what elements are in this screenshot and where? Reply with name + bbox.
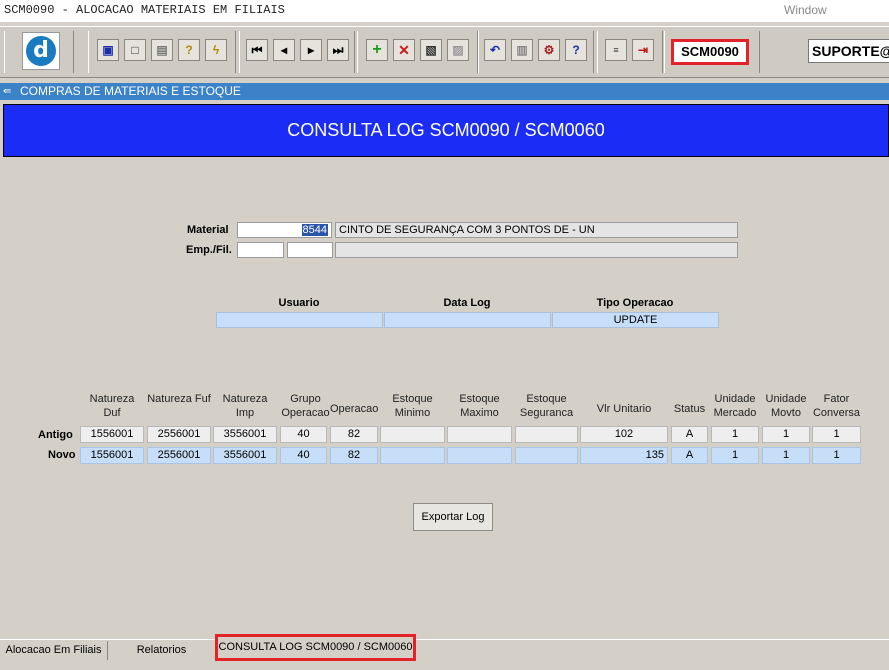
column-header: Grupo Operacao	[281, 393, 330, 419]
antigo-cell: 1	[812, 426, 861, 443]
window-menu[interactable]: Window	[784, 3, 827, 17]
disabled-tool-icon: ▨	[447, 39, 469, 61]
column-header: Estoque Maximo	[459, 393, 500, 419]
exit-icon[interactable]: ⇥	[632, 39, 654, 61]
column-header: Unidade Movto	[765, 393, 807, 419]
novo-cell: 1	[711, 447, 759, 464]
window-title: SCM0090 - ALOCACAO MATERIAIS EM FILIAIS	[4, 3, 285, 17]
empfil-description-field	[335, 242, 738, 258]
column-header: Natureza Duf	[89, 393, 135, 419]
novo-cell	[447, 447, 512, 464]
tools-icon[interactable]: ⚙	[538, 39, 560, 61]
next-record-icon[interactable]: ▸	[300, 39, 322, 61]
material-label: Material	[187, 224, 229, 236]
material-code-value: 8544	[301, 224, 328, 236]
antigo-cell: 3556001	[213, 426, 277, 443]
user-field: SUPORTE@	[808, 39, 889, 63]
save-icon[interactable]: ▣	[97, 39, 119, 61]
antigo-cell: A	[671, 426, 708, 443]
novo-cell	[515, 447, 578, 464]
column-header: Natureza Fuf	[147, 393, 211, 405]
undo-icon[interactable]: ↶	[484, 39, 506, 61]
first-record-icon[interactable]: ⏮	[246, 39, 268, 61]
novo-cell: 3556001	[213, 447, 277, 464]
delete-record-icon[interactable]: ✕	[393, 39, 415, 61]
novo-cell: 1	[762, 447, 810, 464]
antigo-cell	[447, 426, 512, 443]
material-description-field: CINTO DE SEGURANÇA COM 3 PONTOS DE - UN	[335, 222, 738, 238]
antigo-cell: 1556001	[80, 426, 144, 443]
novo-cell: 2556001	[147, 447, 211, 464]
usuario-field	[216, 312, 383, 328]
export-log-button[interactable]: Exportar Log	[413, 503, 493, 531]
previous-record-icon[interactable]: ◂	[273, 39, 295, 61]
column-header: Vlr Unitario	[596, 403, 652, 415]
tipo-operacao-label: Tipo Operacao	[596, 297, 674, 309]
column-header: Operacao	[330, 403, 379, 415]
execute-query-icon[interactable]: ϟ	[205, 39, 227, 61]
novo-cell: 135	[580, 447, 668, 464]
usuario-label: Usuario	[278, 297, 320, 309]
antigo-cell: 1	[762, 426, 810, 443]
novo-cell: 1	[812, 447, 861, 464]
datalog-field	[384, 312, 551, 328]
insert-record-icon[interactable]: +	[366, 39, 388, 61]
datalog-label: Data Log	[443, 297, 491, 309]
clear-record-icon[interactable]: ▧	[420, 39, 442, 61]
tab-alocacao[interactable]: Alocacao Em Filiais	[0, 641, 108, 660]
last-record-icon[interactable]: ⏭	[327, 39, 349, 61]
antigo-cell: 1	[711, 426, 759, 443]
clipboard-icon[interactable]: ▥	[511, 39, 533, 61]
column-header: Unidade Mercado	[713, 393, 757, 419]
material-code-input[interactable]: 8544	[237, 222, 332, 238]
novo-cell: 82	[330, 447, 378, 464]
module-label: COMPRAS DE MATERIAIS E ESTOQUE	[20, 84, 241, 98]
novo-cell: A	[671, 447, 708, 464]
novo-cell: 1556001	[80, 447, 144, 464]
novo-label: Novo	[48, 449, 76, 461]
column-header: Status	[673, 403, 706, 415]
module-bar: ⇚ COMPRAS DE MATERIAIS E ESTOQUE	[0, 83, 889, 100]
tab-consulta-log[interactable]: CONSULTA LOG SCM0090 / SCM0060	[215, 634, 416, 661]
query-icon[interactable]: ?	[178, 39, 200, 61]
logo-d-icon: d	[26, 36, 56, 66]
antigo-cell: 2556001	[147, 426, 211, 443]
empresa-input[interactable]	[237, 242, 284, 258]
antigo-cell: 40	[280, 426, 327, 443]
column-header: Estoque Seguranca	[519, 393, 574, 419]
antigo-label: Antigo	[38, 429, 73, 441]
program-code-box: SCM0090	[671, 39, 749, 65]
app-logo: d	[22, 32, 60, 70]
novo-cell: 40	[280, 447, 327, 464]
novo-cell	[380, 447, 445, 464]
page-title: CONSULTA LOG SCM0090 / SCM0060	[3, 104, 889, 157]
window-icon[interactable]: □	[124, 39, 146, 61]
column-header: Fator Conversa	[812, 393, 861, 419]
print-icon[interactable]: ▤	[151, 39, 173, 61]
antigo-cell	[380, 426, 445, 443]
antigo-cell: 82	[330, 426, 378, 443]
column-header: Estoque Minimo	[392, 393, 433, 419]
help-icon[interactable]: ?	[565, 39, 587, 61]
empfil-label: Emp./Fil.	[186, 244, 232, 256]
antigo-cell: 102	[580, 426, 668, 443]
tab-relatorios[interactable]: Relatorios	[108, 641, 216, 660]
filial-input[interactable]	[287, 242, 333, 258]
tipo-operacao-field: UPDATE	[552, 312, 719, 328]
antigo-cell	[515, 426, 578, 443]
module-arrow-icon[interactable]: ⇚	[3, 83, 11, 100]
column-header: Natureza Imp	[222, 393, 268, 419]
menu-icon[interactable]: ≡	[605, 39, 627, 61]
